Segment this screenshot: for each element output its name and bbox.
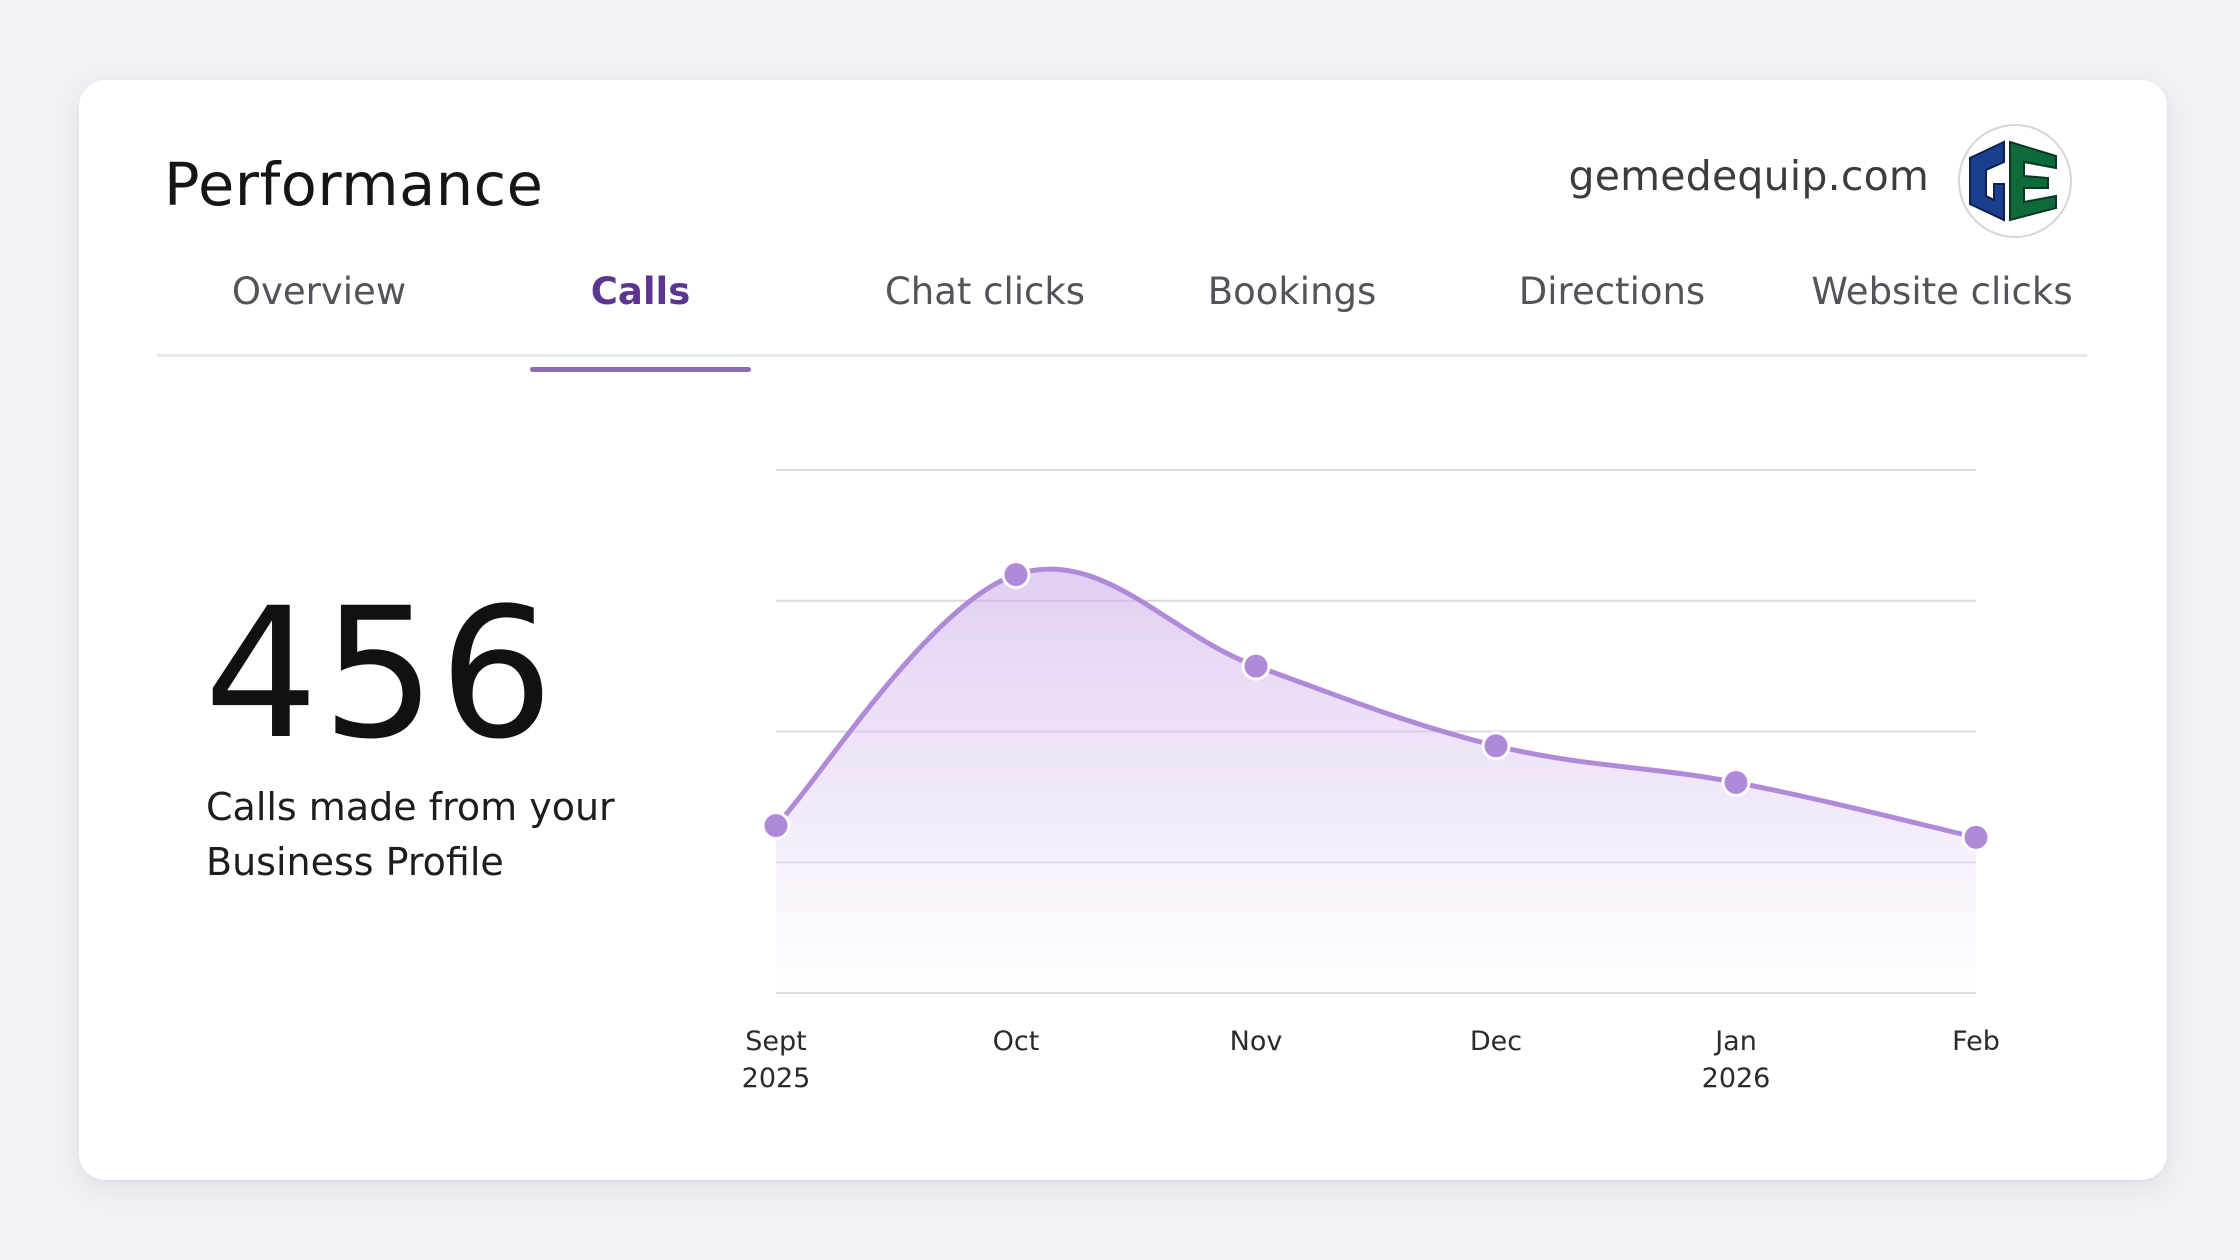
ge-logo-svg xyxy=(1969,140,2057,222)
tab-overview[interactable]: Overview xyxy=(209,262,429,354)
chart-data-point[interactable] xyxy=(1001,560,1031,590)
chart-data-point[interactable] xyxy=(1241,651,1271,681)
business-domain: gemedequip.com xyxy=(1568,152,1929,200)
tab-website-clicks[interactable]: Website clicks xyxy=(1797,262,2087,354)
metric-caption-line1: Calls made from your xyxy=(206,785,615,829)
performance-card: Performance gemedequip.com Overview Call… xyxy=(79,80,2167,1180)
active-tab-indicator xyxy=(530,367,751,372)
x-tick-label-month: Oct xyxy=(993,1026,1040,1057)
x-tick-label-month: Feb xyxy=(1952,1026,2000,1057)
x-tick-label-month: Nov xyxy=(1230,1026,1283,1057)
chart-data-point[interactable] xyxy=(1481,731,1511,761)
x-tick-label-month: Jan xyxy=(1713,1026,1757,1057)
chart-data-point[interactable] xyxy=(1721,767,1751,797)
metric-caption: Calls made from your Business Profile xyxy=(206,780,726,890)
metric-value: 456 xyxy=(204,570,557,779)
chart-area-fill xyxy=(776,568,1976,993)
tab-bookings[interactable]: Bookings xyxy=(1167,262,1417,354)
x-tick-label-month: Sept xyxy=(745,1026,806,1057)
x-tick-label-year: 2026 xyxy=(1702,1063,1771,1094)
chart-data-point[interactable] xyxy=(1961,822,1991,852)
chart-data-point[interactable] xyxy=(761,811,791,841)
ge-logo-icon xyxy=(1958,124,2072,238)
x-tick-label-month: Dec xyxy=(1470,1026,1522,1057)
tab-chat-clicks[interactable]: Chat clicks xyxy=(845,262,1125,354)
metric-caption-line2: Business Profile xyxy=(206,840,504,884)
tab-calls[interactable]: Calls xyxy=(530,262,751,354)
chart-series-line xyxy=(773,566,1979,840)
page-title: Performance xyxy=(164,150,544,219)
tab-directions[interactable]: Directions xyxy=(1482,262,1742,354)
performance-tabs: Overview Calls Chat clicks Bookings Dire… xyxy=(157,262,2087,357)
x-tick-label-year: 2025 xyxy=(742,1063,811,1094)
